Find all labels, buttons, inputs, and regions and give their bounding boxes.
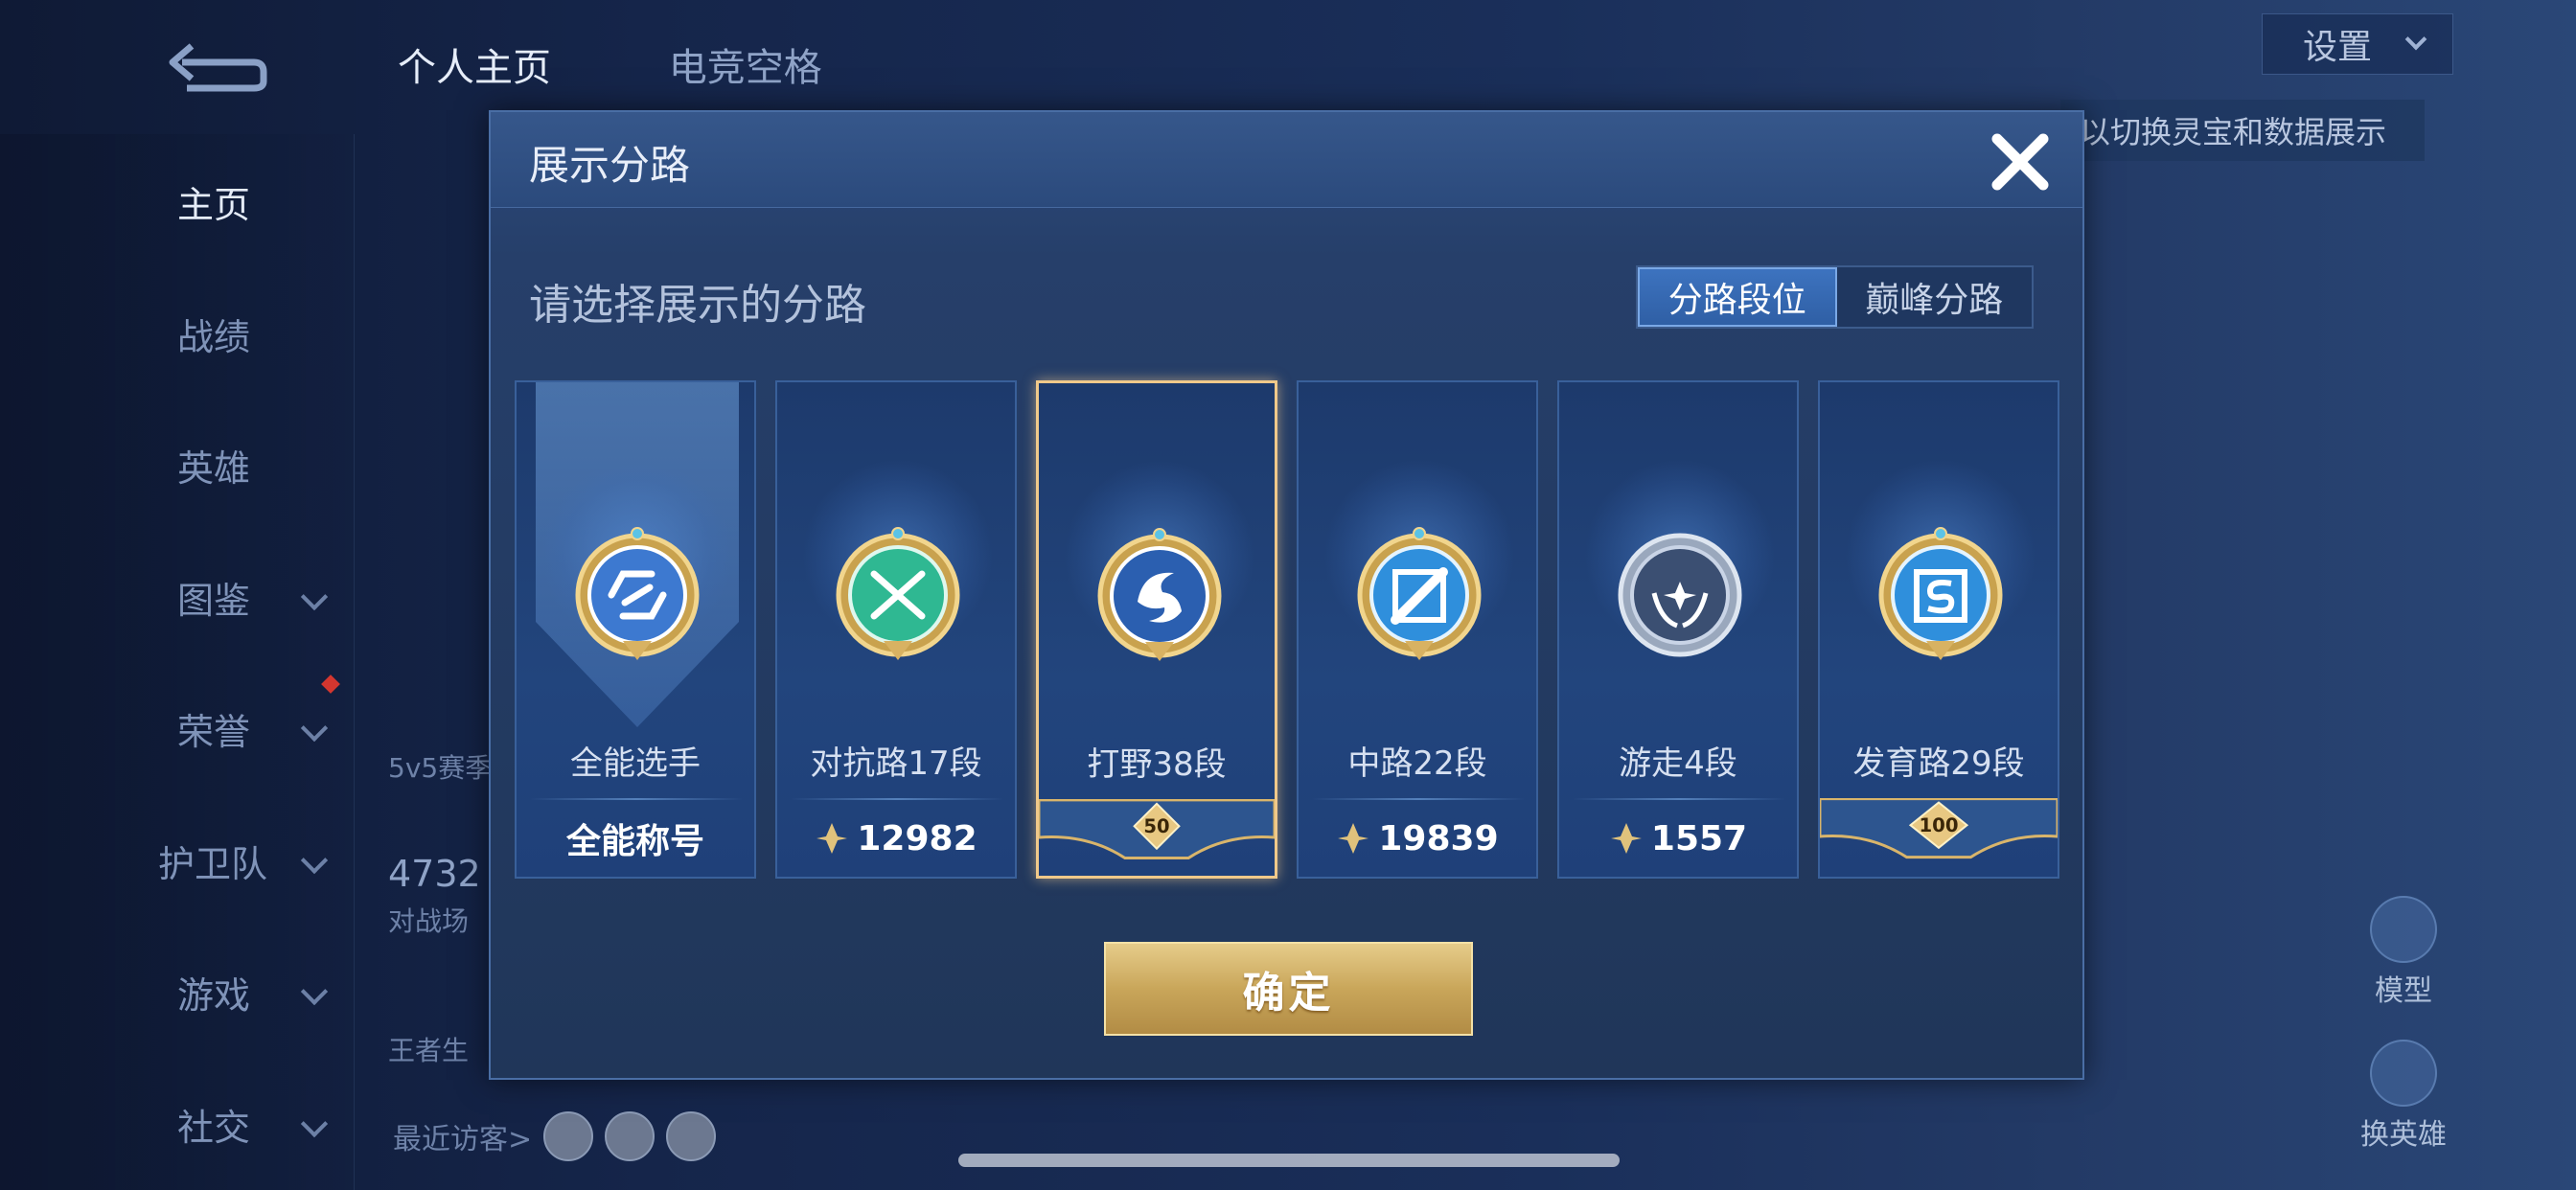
value-text: 12982 (857, 818, 978, 858)
sidebar-item-label: 战绩 (177, 315, 251, 358)
sidebar-item-social[interactable]: 社交 (0, 1086, 355, 1162)
bg-match-label: 对战场 (388, 905, 470, 937)
rank-ribbon: 50 (1039, 799, 1275, 859)
change-hero-icon (2370, 1040, 2437, 1107)
model-icon (2370, 896, 2437, 963)
divider (530, 798, 743, 800)
lane-name: 对抗路17段 (810, 744, 982, 783)
segment-peak-lane[interactable]: 巅峰分路 (1837, 267, 2033, 327)
mid-lane-emblem-icon (1357, 527, 1482, 660)
lane-card-jungle[interactable]: 打野38段 50 (1036, 380, 1277, 879)
jungle-emblem-icon (1097, 528, 1222, 661)
value-text: 19839 (1378, 818, 1499, 858)
avatar[interactable] (666, 1111, 717, 1161)
sidebar: 主页 战绩 英雄 图鉴 荣誉 护卫队 游戏 社交 (0, 134, 355, 1190)
segment-lane-rank[interactable]: 分路段位 (1638, 267, 1837, 327)
bg-season-label: 5v5赛季 (388, 752, 493, 784)
sidebar-item-codex[interactable]: 图鉴 (0, 559, 355, 635)
sidebar-item-label: 护卫队 (158, 842, 268, 885)
bg-match-count: 4732 (388, 853, 481, 895)
value-text: 全能称号 (565, 822, 704, 861)
lane-name: 打野38段 (1087, 745, 1227, 784)
tab-profile[interactable]: 个人主页 (398, 46, 551, 90)
chevron-down-icon (2404, 28, 2427, 51)
close-icon[interactable] (1986, 127, 2055, 196)
rank-ribbon: 100 (1820, 798, 2058, 859)
sidebar-item-label: 图鉴 (177, 579, 251, 622)
lane-name: 中路22段 (1347, 744, 1487, 783)
avatar[interactable] (543, 1111, 594, 1161)
lane-card-mid[interactable]: 中路22段 19839 (1297, 380, 1538, 879)
settings-button[interactable]: 设置 (2262, 13, 2453, 75)
bg-king-label: 王者生 (388, 1035, 470, 1066)
rank-badge-text: 50 (1143, 815, 1169, 837)
divider (1573, 798, 1785, 800)
sidebar-item-label: 主页 (177, 183, 251, 226)
visitors-label: 最近访客> (393, 1123, 533, 1156)
power-score-icon (1610, 823, 1642, 854)
hint-banner: 以切换灵宝和数据展示 (2060, 100, 2425, 161)
farm-lane-emblem-icon (1878, 527, 2003, 660)
lane-card-roam[interactable]: 游走4段 1557 (1557, 380, 1799, 879)
model-button[interactable]: 模型 (2346, 896, 2461, 1009)
top-tabs: 个人主页 电竞空格 (398, 36, 928, 92)
change-hero-label: 换英雄 (2360, 1118, 2447, 1152)
sidebar-item-guard[interactable]: 护卫队 (0, 822, 355, 899)
recent-visitors[interactable]: 最近访客> (393, 1111, 717, 1161)
dialog-header: 展示分路 (491, 112, 2082, 208)
sidebar-item-heroes[interactable]: 英雄 (0, 426, 355, 503)
home-indicator[interactable] (958, 1154, 1620, 1167)
settings-label: 设置 (2303, 28, 2373, 67)
lane-name: 游走4段 (1619, 744, 1737, 783)
dialog-subtitle: 请选择展示的分路 (529, 281, 866, 330)
power-score-icon (816, 823, 848, 854)
divider (1312, 798, 1525, 800)
roam-emblem-icon (1618, 533, 1742, 657)
confirm-button[interactable]: 确定 (1104, 942, 1473, 1036)
lane-title-value: 全能称号 (517, 812, 754, 865)
lane-display-dialog: 展示分路 请选择展示的分路 分路段位 巅峰分路 全能选手 全能称号 对抗路17段… (489, 110, 2084, 1080)
value-text: 1557 (1650, 818, 1748, 858)
lane-name: 发育路29段 (1852, 744, 2025, 783)
clash-lane-emblem-icon (836, 527, 960, 660)
sidebar-item-game[interactable]: 游戏 (0, 953, 355, 1030)
divider (791, 798, 1003, 800)
sidebar-item-label: 社交 (177, 1106, 251, 1149)
lane-name: 全能选手 (570, 744, 701, 783)
sidebar-item-label: 游戏 (177, 973, 251, 1017)
lane-card-clash[interactable]: 对抗路17段 12982 (775, 380, 1017, 879)
change-hero-button[interactable]: 换英雄 (2346, 1040, 2461, 1153)
tab-esports[interactable]: 电竞空格 (669, 46, 822, 90)
lane-score: 19839 (1299, 812, 1536, 865)
dialog-title: 展示分路 (529, 142, 691, 189)
rank-badge-text: 100 (1919, 814, 1958, 836)
sidebar-item-honor[interactable]: 荣誉 (0, 690, 355, 767)
back-arrow-icon[interactable] (163, 29, 268, 96)
model-label: 模型 (2375, 974, 2432, 1008)
sidebar-item-home[interactable]: 主页 (0, 163, 355, 240)
lane-cards: 全能选手 全能称号 对抗路17段 12982 打野38段 50 中路22段 19… (515, 380, 2067, 879)
sidebar-item-label: 荣誉 (177, 710, 251, 753)
sidebar-item-label: 英雄 (177, 446, 251, 490)
avatar[interactable] (605, 1111, 656, 1161)
segment-control: 分路段位 巅峰分路 (1636, 265, 2034, 329)
allround-emblem-icon (575, 527, 700, 660)
lane-card-farm[interactable]: 发育路29段 100 (1818, 380, 2059, 879)
lane-score: 1557 (1559, 812, 1797, 865)
lane-card-allround[interactable]: 全能选手 全能称号 (515, 380, 756, 879)
lane-score: 12982 (777, 812, 1015, 865)
sidebar-item-record[interactable]: 战绩 (0, 295, 355, 372)
power-score-icon (1338, 823, 1369, 854)
